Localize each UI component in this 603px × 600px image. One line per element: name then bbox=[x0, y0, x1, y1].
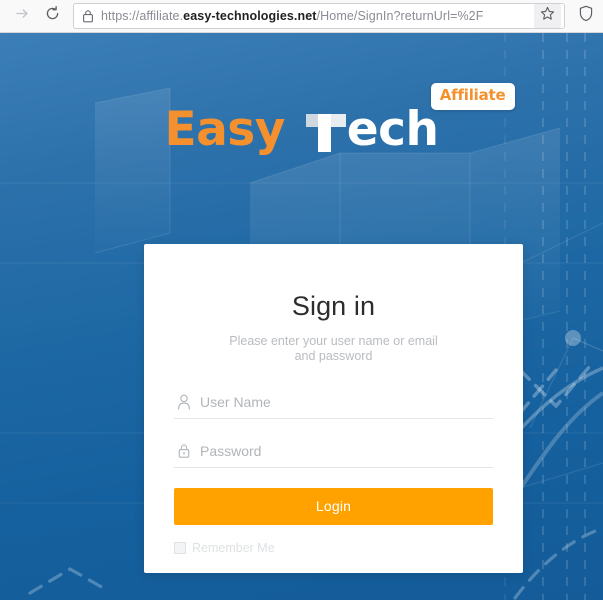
forward-button[interactable] bbox=[7, 2, 37, 30]
reload-icon bbox=[44, 5, 61, 27]
padlock-icon bbox=[82, 9, 94, 23]
username-input[interactable] bbox=[200, 393, 493, 410]
affiliate-badge: Affiliate bbox=[430, 83, 515, 110]
remember-me-row[interactable]: Remember Me bbox=[174, 541, 493, 555]
arrow-right-icon bbox=[14, 5, 31, 27]
logo-wordmark: Easy ech bbox=[164, 106, 439, 153]
user-icon bbox=[174, 393, 193, 411]
page-title: Sign in bbox=[291, 291, 376, 321]
reload-button[interactable] bbox=[37, 2, 67, 30]
url-prefix: https://affiliate. bbox=[101, 9, 184, 23]
url-path: /Home/SignIn?returnUrl=%2F bbox=[316, 9, 484, 23]
logo-t-stem bbox=[317, 114, 331, 152]
password-field-row[interactable] bbox=[174, 439, 493, 468]
address-bar[interactable]: https://affiliate.easy-technologies.net/… bbox=[73, 3, 565, 29]
tracking-protection-button[interactable] bbox=[569, 2, 603, 30]
signin-page: Easy ech Affiliate Sign in Please enter … bbox=[0, 33, 603, 600]
login-button[interactable]: Login bbox=[174, 487, 493, 525]
logo-t-letter bbox=[305, 106, 346, 153]
page-subtitle: Please enter your user name or email and… bbox=[229, 334, 438, 363]
lock-icon bbox=[174, 442, 193, 460]
browser-toolbar: https://affiliate.easy-technologies.net/… bbox=[0, 0, 603, 33]
username-field-row[interactable] bbox=[174, 390, 493, 419]
url-host: easy-technologies.net bbox=[183, 9, 317, 23]
signin-form: Login Remember Me bbox=[174, 390, 493, 555]
logo-ech-text: ech bbox=[346, 102, 439, 157]
logo-easy-text: Easy bbox=[164, 102, 285, 157]
remember-me-label: Remember Me bbox=[192, 540, 275, 555]
remember-me-checkbox[interactable] bbox=[174, 541, 186, 554]
bookmark-button[interactable] bbox=[534, 4, 561, 28]
password-input[interactable] bbox=[200, 442, 493, 459]
brand-logo: Easy ech Affiliate bbox=[0, 83, 603, 153]
url-text: https://affiliate.easy-technologies.net/… bbox=[101, 9, 534, 23]
affiliate-badge-label: Affiliate bbox=[439, 86, 506, 104]
shield-icon bbox=[578, 5, 594, 27]
signin-card: Sign in Please enter your user name or e… bbox=[144, 244, 523, 573]
star-icon bbox=[540, 6, 555, 26]
